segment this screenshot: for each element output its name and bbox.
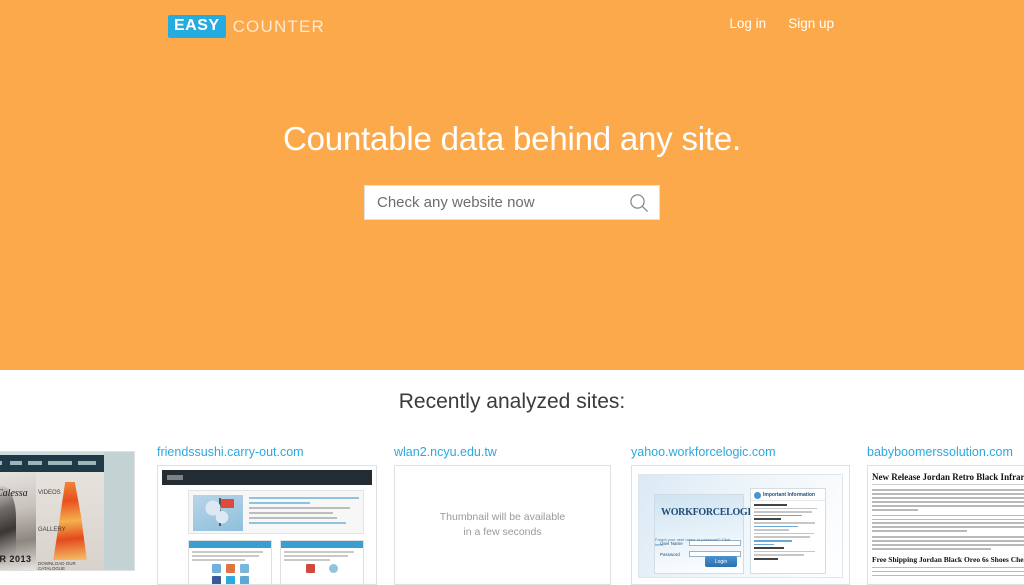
thumb-article-paragraph-2	[872, 514, 1024, 533]
site-thumbnail-3[interactable]: WORKFORCELOGIC User Name Password Forgot…	[631, 465, 850, 585]
site-thumbnail-2[interactable]: Thumbnail will be available in a few sec…	[394, 465, 611, 585]
thumb-fashion-brand: Calessa	[0, 488, 28, 499]
site-thumbnail-1[interactable]	[157, 465, 377, 585]
top-navigation-bar: EASY COUNTER Log in Sign up	[0, 0, 1024, 52]
hero-section: EASY COUNTER Log in Sign up Countable da…	[0, 0, 1024, 370]
nav-login-link[interactable]: Log in	[729, 17, 766, 31]
thumb-login-panel: WORKFORCELOGIC User Name Password Forgot…	[654, 494, 758, 574]
thumb-article-paragraph-1	[872, 489, 1024, 511]
thumb-fashion-nav	[0, 455, 104, 472]
site-logo[interactable]: EASY COUNTER	[168, 14, 325, 38]
recent-sites-title: Recently analyzed sites:	[398, 390, 626, 413]
thumb-login-brand: WORKFORCELOGIC	[661, 507, 758, 518]
thumbnail-placeholder: Thumbnail will be available in a few sec…	[395, 466, 610, 584]
site-thumbnail-4[interactable]: New Release Jordan Retro Black Infrared …	[867, 465, 1024, 585]
thumb-login-password-label: Password	[660, 552, 680, 557]
placeholder-line-1: Thumbnail will be available	[439, 511, 566, 523]
thumb-parked-navbar	[162, 470, 372, 485]
search-icon[interactable]	[619, 186, 659, 219]
thumb-parked-col-right	[280, 540, 364, 584]
recent-sites-list: MMER 2013 Calessa VIDEOS GALLERY DOWNLOA…	[0, 445, 1024, 585]
hero-headline: Countable data behind any site.	[283, 120, 741, 157]
site-url-link-4[interactable]: babyboomerssolution.com	[867, 445, 1024, 459]
thumb-login-info-title: Important Information	[751, 489, 825, 501]
account-nav: Log in Sign up	[729, 17, 834, 31]
list-item[interactable]: wlan2.ncyu.edu.tw Thumbnail will be avai…	[394, 445, 611, 585]
site-search-box[interactable]	[364, 185, 660, 220]
logo-word-counter: COUNTER	[232, 16, 326, 36]
thumb-login-forgot-link[interactable]: Forgot your user name or password? Click…	[655, 537, 739, 547]
thumb-fashion-videos-label: VIDEOS	[38, 490, 61, 496]
placeholder-line-2: in a few seconds	[463, 526, 542, 538]
nav-signup-link[interactable]: Sign up	[788, 17, 834, 31]
site-thumbnail-0[interactable]: MMER 2013 Calessa VIDEOS GALLERY DOWNLOA…	[0, 451, 135, 571]
list-item[interactable]: yahoo.workforcelogic.com WORKFORCELOGIC …	[631, 445, 850, 585]
site-url-link-2[interactable]: wlan2.ncyu.edu.tw	[394, 445, 611, 459]
thumb-login-info-panel: Important Information	[750, 488, 826, 574]
thumb-article-paragraph-4	[872, 566, 1024, 577]
thumb-fashion-caption: MMER 2013	[0, 554, 32, 564]
thumb-fashion-gallery-label: GALLERY	[38, 527, 66, 533]
logo-badge-easy: EASY	[168, 14, 226, 38]
search-input[interactable]	[365, 186, 619, 219]
thumb-article-paragraph-3	[872, 536, 1024, 550]
thumb-article-heading-2: Free Shipping Jordan Black Oreo 6s Shoes…	[872, 554, 1024, 564]
list-item[interactable]: MMER 2013 Calessa VIDEOS GALLERY DOWNLOA…	[0, 445, 135, 571]
thumb-parked-panel	[188, 490, 364, 534]
thumb-fashion-catalogue-label: DOWNLOAD OUR CATALOGUE	[38, 561, 76, 571]
list-item[interactable]: friendssushi.carry-out.com	[157, 445, 377, 585]
thumb-article-heading-1: New Release Jordan Retro Black Infrared …	[872, 472, 1024, 485]
site-url-link-3[interactable]: yahoo.workforcelogic.com	[631, 445, 850, 459]
list-item[interactable]: babyboomerssolution.com New Release Jord…	[867, 445, 1024, 585]
thumb-login-button[interactable]: Login	[705, 556, 737, 567]
thumb-parked-col-left	[188, 540, 272, 584]
site-url-link-1[interactable]: friendssushi.carry-out.com	[157, 445, 377, 459]
